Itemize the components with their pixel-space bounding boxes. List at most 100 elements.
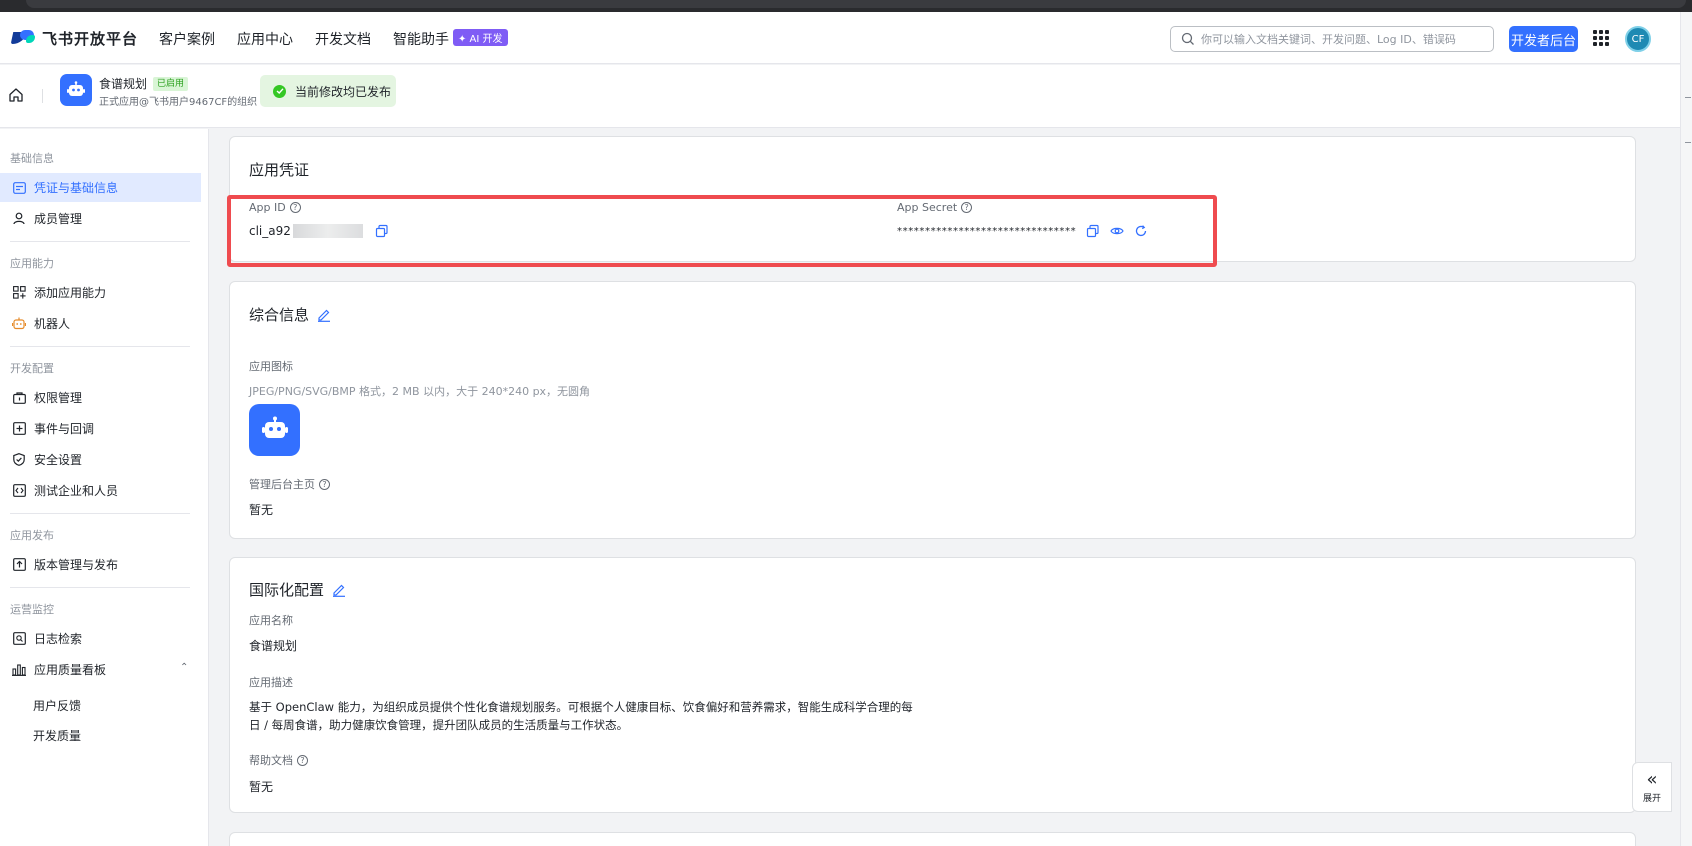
i18n-config-card: 国际化配置 应用名称 食谱规划 应用描述 基于 OpenClaw 能力，为组织成… [229,557,1636,813]
sidebar-subitem-dev-quality[interactable]: 开发质量 [33,727,81,744]
app-icon-hint: JPEG/PNG/SVG/BMP 格式，2 MB 以内，大于 240*240 p… [249,385,591,398]
sidebar-subitem-feedback[interactable]: 用户反馈 [33,697,81,714]
app-icon-label: 应用图标 [249,360,293,373]
sidebar-item-add-capability[interactable]: 添加应用能力 [0,278,201,307]
sidebar-item-security[interactable]: 安全设置 [0,445,201,474]
app-secret-label: App Secret? [897,201,973,214]
robot-icon [12,317,26,331]
sidebar-section-basic: 基础信息 [10,152,54,165]
edit-icon[interactable] [332,583,346,597]
publish-status-banner: 当前修改均已发布 [260,75,396,107]
sidebar: 基础信息 凭证与基础信息 成员管理 应用能力 添加应用能力 机器人 开发配置 权… [0,129,209,846]
sidebar-item-events[interactable]: 事件与回调 [0,414,201,443]
general-info-card: 综合信息 应用图标 JPEG/PNG/SVG/BMP 格式，2 MB 以内，大于… [229,281,1636,539]
next-section-card [229,832,1636,846]
sidebar-divider [10,587,190,588]
app-id-label: App ID? [249,201,301,214]
sidebar-item-versions[interactable]: 版本管理与发布 [0,550,201,579]
sidebar-item-members[interactable]: 成员管理 [0,204,201,233]
bar-chart-icon [12,663,26,677]
app-name-value: 食谱规划 [249,639,298,653]
user-icon [12,212,26,226]
nav-link-assistant-label: 智能助手 [393,32,449,48]
help-icon[interactable]: ? [961,202,973,213]
expand-label: 展开 [1642,793,1661,804]
sidebar-item-bot[interactable]: 机器人 [0,309,201,338]
sidebar-section-release: 应用发布 [10,529,54,542]
general-info-title-text: 综合信息 [249,306,310,324]
top-navbar: 飞书开放平台 客户案例 应用中心 开发文档 智能助手✦ AI 开发 开发者后台 … [0,12,1680,64]
help-icon[interactable]: ? [319,478,330,490]
app-icon-image[interactable] [249,404,300,456]
credentials-card: 应用凭证 App ID? cli_a92 App Secret? *******… [229,136,1636,262]
nav-link-assistant[interactable]: 智能助手 ✦ AI 开发 [393,29,508,49]
upload-box-icon [12,558,26,572]
app-secret-value-row: ******************************** [897,224,1148,238]
sidebar-divider [10,346,190,347]
dev-console-button[interactable]: 开发者后台 [1509,26,1578,52]
double-chevron-left-icon: « [1646,768,1658,790]
app-viewport: 飞书开放平台 客户案例 应用中心 开发文档 智能助手✦ AI 开发 开发者后台 … [0,12,1680,846]
general-info-title: 综合信息 [249,304,331,325]
nav-link-app-center[interactable]: 应用中心 [237,29,293,49]
sidebar-divider [10,513,190,514]
sidebar-item-test-tenant[interactable]: 测试企业和人员 [0,476,201,505]
search-input[interactable] [1201,32,1491,46]
app-id-label-text: App ID [249,201,286,214]
admin-home-label: 管理后台主页? [249,476,330,492]
search-icon [1181,32,1194,45]
code-box-icon [12,484,26,498]
help-icon[interactable]: ? [297,754,308,766]
sidebar-item-label: 添加应用能力 [34,286,107,300]
user-avatar[interactable]: CF [1625,26,1651,52]
app-secret-label-text: App Secret [897,201,958,214]
app-header: 食谱规划 已启用 正式应用@飞书用户9467CF的组织 当前修改均已发布 [0,65,1680,128]
sidebar-item-label: 事件与回调 [34,422,95,436]
sidebar-section-capabilities: 应用能力 [10,257,54,270]
expand-panel-button[interactable]: « 展开 [1632,762,1672,812]
app-id-value: cli_a92 [249,224,291,238]
sidebar-section-dev-config: 开发配置 [10,362,54,375]
shield-icon [12,453,26,467]
admin-home-label-text: 管理后台主页 [249,478,315,491]
sidebar-item-label: 权限管理 [34,391,83,405]
address-bar[interactable] [26,0,1686,8]
app-grid-icon[interactable] [1593,30,1609,46]
admin-home-value: 暂无 [249,503,274,517]
strip-marker [1685,97,1691,98]
nav-link-customer-cases[interactable]: 客户案例 [159,29,215,49]
eye-icon[interactable] [1110,224,1124,238]
copy-icon[interactable] [1086,224,1100,238]
home-icon[interactable] [8,87,24,103]
logo-text: 飞书开放平台 [42,29,139,48]
redacted-value [292,224,363,238]
sidebar-divider [10,241,190,242]
app-desc-line1: 基于 OpenClaw 能力，为组织成员提供个性化食谱规划服务。可根据个人健康目… [249,700,913,714]
credentials-title: 应用凭证 [249,161,310,179]
id-card-icon [12,181,26,195]
lock-box-icon [12,391,26,405]
app-id-value-row: cli_a92 [249,224,389,238]
nav-link-dev-docs[interactable]: 开发文档 [315,29,371,49]
publish-status-text: 当前修改均已发布 [295,84,392,99]
sidebar-item-quality-dashboard[interactable]: 应用质量看板 [0,655,201,684]
feishu-logo[interactable]: 飞书开放平台 [10,26,139,50]
copy-icon[interactable] [375,224,389,238]
chevron-up-icon[interactable]: ⌃ [180,662,188,673]
sidebar-item-label: 测试企业和人员 [34,484,119,498]
sidebar-section-monitoring: 运营监控 [10,603,54,616]
sidebar-item-label: 日志检索 [34,632,83,646]
app-name-label: 应用名称 [249,614,293,627]
nav-links: 客户案例 应用中心 开发文档 智能助手 ✦ AI 开发 [159,29,508,49]
app-name: 食谱规划 [99,77,148,91]
sidebar-item-permissions[interactable]: 权限管理 [0,383,201,412]
sidebar-item-log-search[interactable]: 日志检索 [0,624,201,653]
browser-frame: 飞书开放平台 客户案例 应用中心 开发文档 智能助手✦ AI 开发 开发者后台 … [0,0,1692,846]
sidebar-item-label: 成员管理 [34,212,83,226]
edit-icon[interactable] [317,308,331,322]
refresh-icon[interactable] [1134,224,1148,238]
help-doc-value: 暂无 [249,780,274,794]
sidebar-item-credentials[interactable]: 凭证与基础信息 [0,173,201,202]
help-icon[interactable]: ? [289,202,301,213]
sidebar-item-label: 版本管理与发布 [34,558,119,572]
